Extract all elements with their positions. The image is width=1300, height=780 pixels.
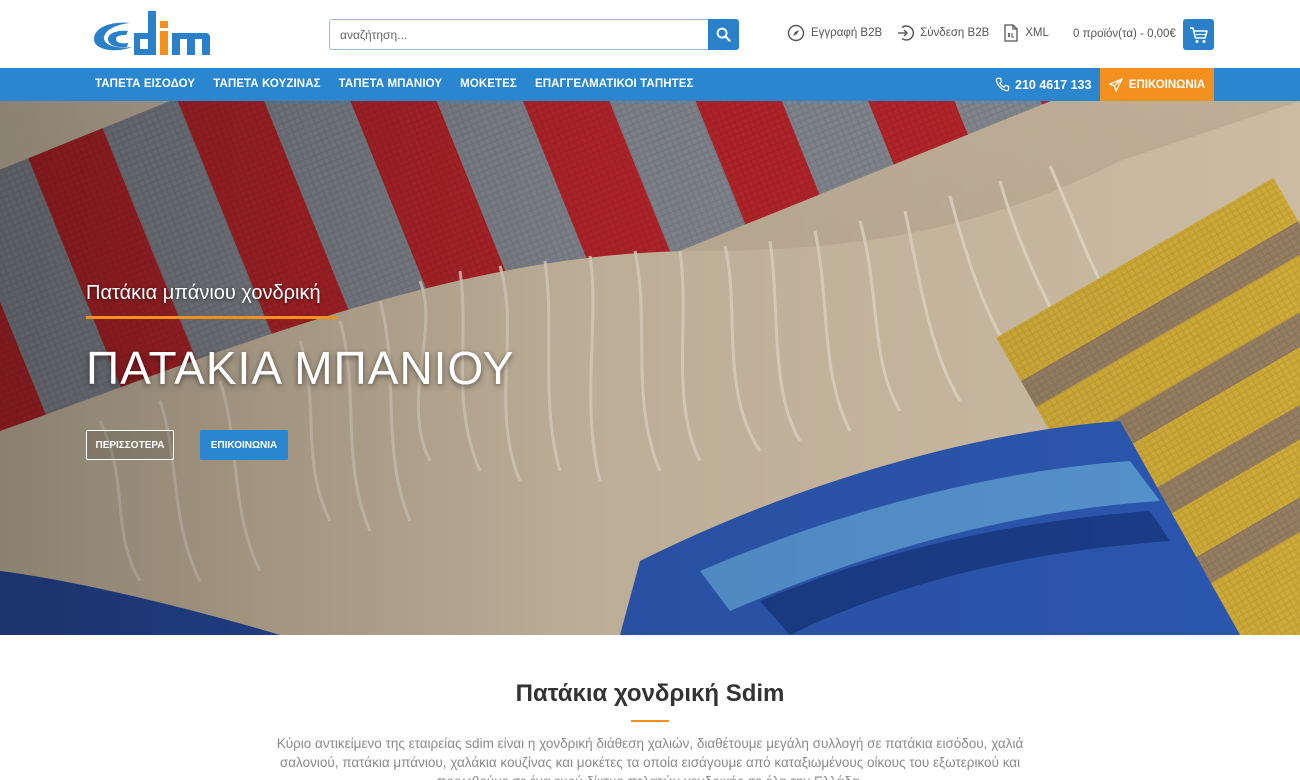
hero-subtitle-underline — [86, 316, 338, 319]
hero-title: ΠΑΤΑΚΙΑ ΜΠΑΝΙΟΥ — [86, 342, 515, 394]
register-b2b-link[interactable]: Εγγραφή B2B — [787, 24, 882, 42]
hero-contact-button[interactable]: ΕΠΙΚΟΙΝΩΝΙΑ — [200, 430, 288, 460]
hero-more-button[interactable]: ΠΕΡΙΣΣΟΤΕΡΑ — [86, 430, 174, 460]
xml-file-icon — [1004, 24, 1018, 42]
sdim-logo[interactable] — [90, 9, 212, 59]
top-links: Εγγραφή B2B Σύνδεση B2B XML — [787, 24, 1063, 42]
phone-icon — [995, 77, 1010, 92]
nav-contact-button[interactable]: ΕΠΙΚΟΙΝΩΝΙΑ — [1100, 68, 1214, 101]
main-navigation: ΤΑΠΕΤΑ ΕΙΣΟΔΟΥ ΤΑΠΕΤΑ ΚΟΥΖΙΝΑΣ ΤΑΠΕΤΑ ΜΠ… — [0, 68, 1300, 101]
login-b2b-link[interactable]: Σύνδεση B2B — [896, 24, 989, 42]
search-input[interactable] — [329, 19, 708, 50]
login-icon — [898, 25, 915, 41]
hero-slider: Πατάκια μπάνιου χονδρική ΠΑΤΑΚΙΑ ΜΠΑΝΙΟΥ… — [0, 101, 1300, 635]
intro-text: Κύριο αντικείμενο της εταιρείας sdim είν… — [276, 736, 1024, 780]
search-icon — [716, 27, 731, 42]
phone-link[interactable]: 210 4617 133 — [995, 68, 1091, 101]
intro-title: Πατάκια χονδρική Sdim — [515, 680, 785, 707]
hero-subtitle: Πατάκια μπάνιου χονδρική — [86, 282, 321, 304]
search-bar — [329, 19, 739, 50]
nav-item-entrance-mats[interactable]: ΤΑΠΕΤΑ ΕΙΣΟΔΟΥ — [86, 68, 204, 101]
cart-button[interactable] — [1183, 19, 1214, 50]
compass-icon — [787, 24, 805, 42]
site-header: Εγγραφή B2B Σύνδεση B2B XML 0 προϊόν(τα)… — [0, 0, 1300, 68]
intro-title-underline — [631, 720, 669, 722]
register-b2b-label: Εγγραφή B2B — [811, 27, 883, 39]
cart-summary[interactable]: 0 προϊόν(τα) - 0,00€ — [1073, 28, 1176, 40]
xml-link[interactable]: XML — [1003, 24, 1049, 42]
nav-item-bathroom-mats[interactable]: ΤΑΠΕΤΑ ΜΠΑΝΙΟΥ — [330, 68, 452, 101]
shopping-cart-icon — [1189, 26, 1208, 43]
login-b2b-label: Σύνδεση B2B — [920, 27, 990, 39]
nav-item-kitchen-mats[interactable]: ΤΑΠΕΤΑ ΚΟΥΖΙΝΑΣ — [204, 68, 329, 101]
phone-number: 210 4617 133 — [1015, 77, 1092, 92]
search-button[interactable] — [708, 19, 739, 50]
xml-label: XML — [1025, 27, 1049, 39]
nav-item-professional-rugs[interactable]: ΕΠΑΓΓΕΛΜΑΤΙΚΟΙ ΤΑΠΗΤΕΣ — [526, 68, 703, 101]
nav-item-carpets[interactable]: ΜΟΚΕΤΕΣ — [451, 68, 526, 101]
nav-contact-label: ΕΠΙΚΟΙΝΩΝΙΑ — [1128, 78, 1206, 91]
paper-plane-icon — [1109, 77, 1123, 92]
nav-menu: ΤΑΠΕΤΑ ΕΙΣΟΔΟΥ ΤΑΠΕΤΑ ΚΟΥΖΙΝΑΣ ΤΑΠΕΤΑ ΜΠ… — [86, 68, 703, 101]
